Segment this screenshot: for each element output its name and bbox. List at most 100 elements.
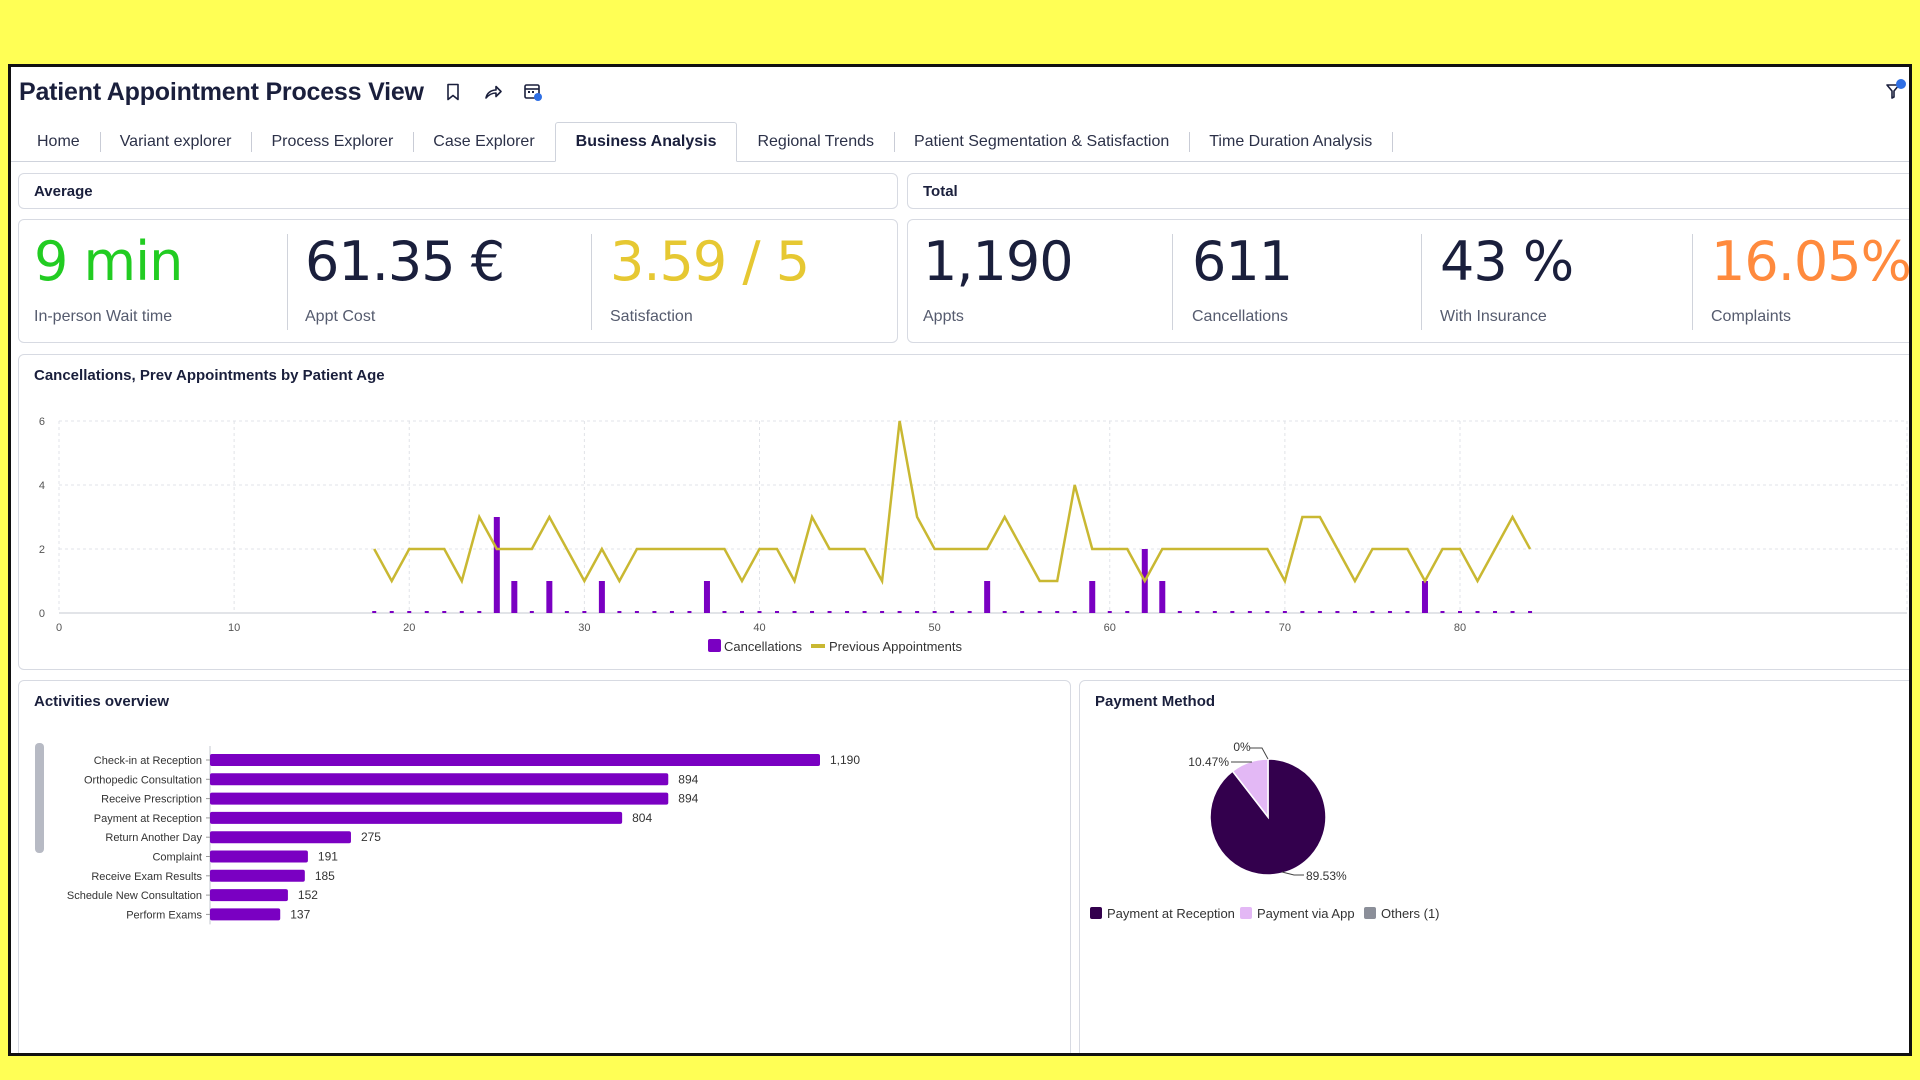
cancellation-bar[interactable]	[862, 611, 867, 613]
cancellation-bar[interactable]	[950, 611, 955, 613]
cancellation-bar[interactable]	[477, 611, 482, 613]
cancellation-bar[interactable]	[1107, 611, 1112, 613]
cancellation-bar[interactable]	[1247, 611, 1252, 613]
cancellation-bar[interactable]	[442, 611, 447, 613]
cancellation-bar[interactable]	[407, 611, 412, 613]
cancellation-bar[interactable]	[652, 611, 657, 613]
share-icon[interactable]	[482, 81, 504, 103]
cancellation-bar[interactable]	[792, 611, 797, 613]
cancellation-bar[interactable]	[459, 611, 464, 613]
cancellation-bar[interactable]	[1282, 611, 1287, 613]
cancellation-bar[interactable]	[1177, 611, 1182, 613]
cancellation-bar[interactable]	[424, 611, 429, 613]
cancellation-bar[interactable]	[634, 611, 639, 613]
tab-time-duration-analysis[interactable]: Time Duration Analysis	[1189, 122, 1392, 162]
tab-regional-trends[interactable]: Regional Trends	[737, 122, 894, 162]
cancellation-bar[interactable]	[1125, 611, 1130, 613]
cancellation-bar[interactable]	[897, 611, 902, 613]
cancellation-bar[interactable]	[372, 611, 377, 613]
activity-bar[interactable]	[210, 908, 281, 921]
cancellation-bar[interactable]	[511, 581, 518, 613]
cancellation-bar[interactable]	[564, 611, 569, 613]
filter-icon[interactable]	[1885, 79, 1907, 103]
previous-appointments-line[interactable]	[373, 420, 1532, 586]
tab-process-explorer[interactable]: Process Explorer	[251, 122, 413, 162]
cancellation-bar[interactable]	[1002, 611, 1007, 613]
legend-label-others-1[interactable]: Others (1)	[1381, 906, 1440, 921]
cancellation-bar[interactable]	[775, 611, 780, 613]
kpi-value: 16.05%	[1711, 230, 1911, 293]
activity-bar[interactable]	[210, 850, 308, 863]
cancellation-bar[interactable]	[1528, 611, 1533, 613]
cancellation-bar[interactable]	[1421, 581, 1428, 613]
cancellation-bar[interactable]	[1493, 611, 1498, 613]
cancellation-bar[interactable]	[1072, 611, 1077, 613]
cancellation-bar[interactable]	[932, 611, 937, 613]
cancellation-bar[interactable]	[1020, 611, 1025, 613]
tab-case-explorer[interactable]: Case Explorer	[413, 122, 554, 162]
cancellation-bar[interactable]	[739, 611, 744, 613]
cancellation-bar[interactable]	[967, 611, 972, 613]
tab-home[interactable]: Home	[17, 122, 100, 162]
cancellation-bar[interactable]	[1475, 611, 1480, 613]
cancellation-bar[interactable]	[389, 611, 394, 613]
cancellation-bar[interactable]	[546, 581, 553, 613]
cancellation-bar[interactable]	[1440, 611, 1445, 613]
cancellation-bar[interactable]	[1212, 611, 1217, 613]
activity-bar[interactable]	[210, 869, 305, 882]
cancellation-bar[interactable]	[687, 611, 692, 613]
kpi-label: Satisfaction	[610, 308, 693, 325]
tab-variant-explorer[interactable]: Variant explorer	[99, 122, 252, 162]
bookmark-icon[interactable]	[442, 81, 464, 103]
pie-leader-line	[1281, 871, 1304, 876]
cancellation-bar[interactable]	[1352, 611, 1357, 613]
activity-bar[interactable]	[210, 889, 288, 902]
cancellation-bar[interactable]	[722, 611, 727, 613]
cancellation-bar[interactable]	[984, 581, 991, 613]
cancellation-bar[interactable]	[810, 611, 815, 613]
cancellation-bar[interactable]	[1387, 611, 1392, 613]
cancellation-bar[interactable]	[1370, 611, 1375, 613]
cancellation-bar[interactable]	[1159, 581, 1166, 613]
cancellation-bar[interactable]	[1317, 611, 1322, 613]
cancellation-bar[interactable]	[1195, 611, 1200, 613]
calendar-icon[interactable]	[522, 81, 544, 103]
y-tick-label: 4	[39, 480, 45, 492]
activity-bar[interactable]	[210, 773, 669, 786]
kpi-label: Appts	[923, 308, 964, 325]
cancellation-bar[interactable]	[582, 611, 587, 613]
tab-patient-segmentation-satisfaction[interactable]: Patient Segmentation & Satisfaction	[893, 122, 1189, 162]
kpi-complaints: 16.05% Complaints	[1711, 230, 1911, 330]
cancellation-bar[interactable]	[1300, 611, 1305, 613]
cancellation-bar[interactable]	[669, 611, 674, 613]
activity-bar[interactable]	[210, 831, 351, 844]
activity-bar[interactable]	[210, 792, 669, 805]
cancellation-bar[interactable]	[845, 611, 850, 613]
cancellation-bar[interactable]	[1458, 611, 1462, 613]
cancellation-bar[interactable]	[1335, 611, 1340, 613]
cancellation-bar[interactable]	[1089, 581, 1096, 613]
cancellation-bar[interactable]	[1055, 611, 1060, 613]
cancellation-bar[interactable]	[915, 611, 920, 613]
cancellation-bar[interactable]	[493, 517, 500, 613]
average-title: Average	[34, 183, 93, 200]
cancellation-bar[interactable]	[1510, 611, 1515, 613]
cancellation-bar[interactable]	[529, 611, 534, 613]
activity-value-label: 137	[290, 907, 310, 921]
legend-label-payment-via-app[interactable]: Payment via App	[1257, 906, 1355, 921]
cancellation-bar[interactable]	[827, 611, 832, 613]
cancellation-bar[interactable]	[617, 611, 622, 613]
activity-bar[interactable]	[210, 754, 820, 766]
cancellation-bar[interactable]	[1037, 611, 1042, 613]
cancellation-bar[interactable]	[757, 611, 762, 613]
cancellation-bar[interactable]	[703, 581, 710, 613]
x-tick-label: 40	[753, 622, 765, 634]
cancellation-bar[interactable]	[1265, 611, 1270, 613]
tab-business-analysis[interactable]: Business Analysis	[554, 122, 738, 162]
cancellation-bar[interactable]	[880, 611, 885, 613]
activity-bar[interactable]	[210, 811, 623, 824]
cancellation-bar[interactable]	[1230, 611, 1235, 613]
legend-label-payment-at-reception[interactable]: Payment at Reception	[1107, 906, 1235, 921]
cancellation-bar[interactable]	[1405, 611, 1410, 613]
cancellation-bar[interactable]	[598, 581, 605, 613]
